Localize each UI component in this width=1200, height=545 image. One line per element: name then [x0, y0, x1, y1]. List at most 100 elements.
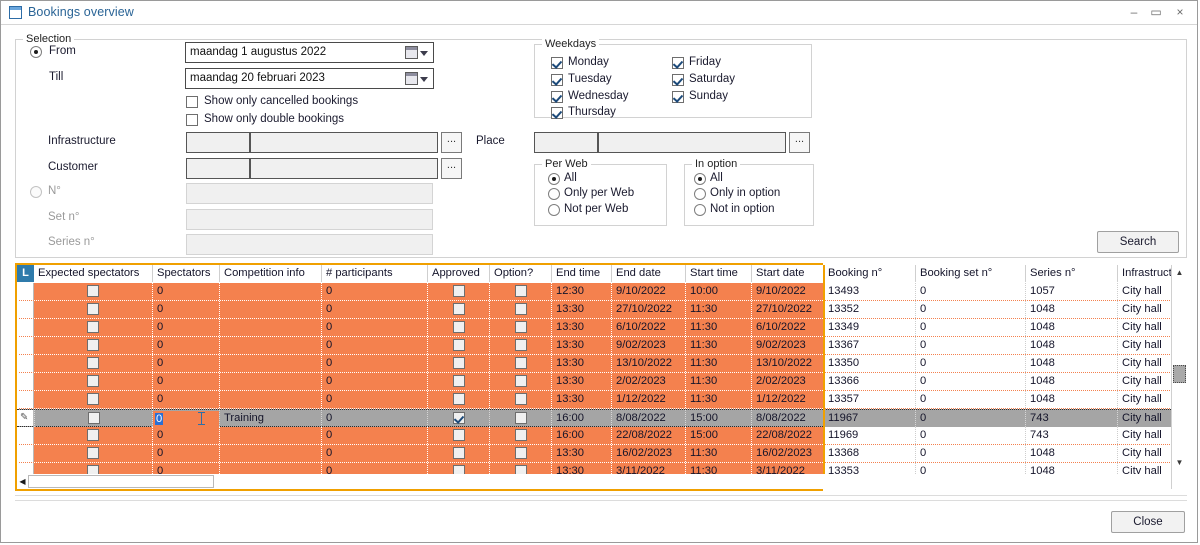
maximize-button[interactable]: ▭ — [1145, 4, 1167, 21]
cell-checkbox-option[interactable] — [514, 285, 527, 297]
grid-header-end-time[interactable]: End time — [551, 265, 611, 282]
place-name-input[interactable] — [598, 132, 786, 153]
cell-participants[interactable]: 0 — [321, 373, 427, 390]
cell-expected-spectators[interactable] — [34, 427, 152, 444]
grid-header-expected-spectators[interactable]: Expected spectators — [34, 265, 152, 282]
cell-start-time[interactable]: 15:00 — [685, 427, 751, 444]
cell-approved[interactable] — [427, 410, 489, 427]
cell-start-time[interactable]: 11:30 — [685, 337, 751, 354]
cell-checkbox-option[interactable] — [514, 375, 527, 387]
cell-series-no[interactable]: 743 — [1025, 427, 1117, 444]
cell-booking-set-no[interactable]: 0 — [915, 337, 1025, 354]
cell-checkbox-expected-spectators[interactable] — [87, 339, 99, 351]
grid-header-approved[interactable]: Approved — [427, 265, 489, 282]
customer-name-input[interactable] — [250, 158, 438, 179]
cell-end-time[interactable]: 13:30 — [551, 373, 611, 390]
grid-corner-label[interactable]: L — [17, 265, 34, 282]
table-row[interactable]: ✎ 0 Training 0 16:00 8/08/2022 15:00 8/08/2022 1… — [17, 409, 1187, 427]
cell-checkbox-option[interactable] — [514, 429, 527, 441]
from-date-input[interactable]: maandag 1 augustus 2022 — [185, 42, 403, 63]
cell-start-date[interactable]: 9/10/2022 — [751, 283, 823, 300]
cell-checkbox-option[interactable] — [514, 412, 527, 424]
grid-header-spectators[interactable]: Spectators — [152, 265, 219, 282]
table-row[interactable]: 0 0 13:30 6/10/2022 11:30 6/10/2022 13349 0 1048… — [17, 319, 1187, 337]
cell-spectators[interactable]: 0 — [152, 427, 219, 444]
cell-booking-set-no[interactable]: 0 — [915, 373, 1025, 390]
per-web-not-radio[interactable] — [548, 204, 560, 216]
cell-option[interactable] — [489, 355, 551, 372]
cell-expected-spectators[interactable] — [34, 301, 152, 318]
cell-booking-set-no[interactable]: 0 — [915, 283, 1025, 300]
cell-editor-spectators[interactable]: 0 — [153, 411, 219, 427]
table-row[interactable]: 0 0 13:30 16/02/2023 11:30 16/02/2023 13368 0 10… — [17, 445, 1187, 463]
customer-code-input[interactable] — [186, 158, 250, 179]
cell-option[interactable] — [489, 283, 551, 300]
grid-header-start-time[interactable]: Start time — [685, 265, 751, 282]
cell-expected-spectators[interactable] — [34, 445, 152, 462]
cell-spectators[interactable]: 0 — [152, 355, 219, 372]
grid-header-option[interactable]: Option? — [489, 265, 551, 282]
weekday-monday-checkbox[interactable] — [551, 57, 563, 69]
scroll-left-arrow-icon[interactable]: ◀ — [17, 474, 28, 489]
cell-competition-info[interactable] — [219, 391, 321, 408]
cell-checkbox-approved[interactable] — [452, 357, 465, 369]
cell-spectators[interactable]: 0 — [152, 445, 219, 462]
cell-start-date[interactable]: 6/10/2022 — [751, 319, 823, 336]
per-web-all-radio[interactable] — [548, 173, 560, 185]
cell-start-time[interactable]: 11:30 — [685, 373, 751, 390]
row-header[interactable] — [17, 283, 34, 300]
cell-checkbox-approved[interactable] — [452, 303, 465, 315]
cell-competition-info[interactable] — [219, 445, 321, 462]
cell-checkbox-expected-spectators[interactable] — [87, 447, 99, 459]
weekday-friday-checkbox[interactable] — [672, 57, 684, 69]
cell-spectators[interactable]: 0 — [152, 283, 219, 300]
minimize-button[interactable]: – — [1123, 4, 1145, 21]
cell-checkbox-expected-spectators[interactable] — [87, 375, 99, 387]
cell-participants[interactable]: 0 — [321, 301, 427, 318]
place-browse-button[interactable]: ... — [789, 132, 810, 153]
infrastructure-name-input[interactable] — [250, 132, 438, 153]
cell-option[interactable] — [489, 410, 551, 427]
infrastructure-browse-button[interactable]: ... — [441, 132, 462, 153]
cell-end-date[interactable]: 8/08/2022 — [611, 410, 685, 427]
cell-checkbox-approved[interactable] — [452, 285, 465, 297]
cell-option[interactable] — [489, 391, 551, 408]
cell-approved[interactable] — [427, 373, 489, 390]
cell-checkbox-option[interactable] — [514, 339, 527, 351]
cell-booking-set-no[interactable]: 0 — [915, 445, 1025, 462]
cell-competition-info[interactable] — [219, 337, 321, 354]
cell-approved[interactable] — [427, 445, 489, 462]
cell-option[interactable] — [489, 373, 551, 390]
cell-booking-set-no[interactable]: 0 — [915, 355, 1025, 372]
cell-booking-set-no[interactable]: 0 — [915, 391, 1025, 408]
cell-checkbox-option[interactable] — [514, 357, 527, 369]
table-row[interactable]: 0 0 13:30 27/10/2022 11:30 27/10/2022 13352 0 10… — [17, 301, 1187, 319]
cell-option[interactable] — [489, 319, 551, 336]
cell-checkbox-expected-spectators[interactable] — [87, 285, 99, 297]
cell-booking-no[interactable]: 13367 — [823, 337, 915, 354]
weekday-sunday-checkbox[interactable] — [672, 91, 684, 103]
cell-start-time[interactable]: 11:30 — [685, 301, 751, 318]
per-web-only-radio[interactable] — [548, 188, 560, 200]
row-header[interactable] — [17, 427, 34, 444]
cell-booking-set-no[interactable]: 0 — [915, 319, 1025, 336]
cell-start-time[interactable]: 15:00 — [685, 410, 751, 427]
cell-competition-info[interactable] — [219, 427, 321, 444]
cell-approved[interactable] — [427, 427, 489, 444]
cell-participants[interactable]: 0 — [321, 410, 427, 427]
cell-series-no[interactable]: 1048 — [1025, 337, 1117, 354]
cell-approved[interactable] — [427, 283, 489, 300]
search-button[interactable]: Search — [1097, 231, 1179, 253]
cell-participants[interactable]: 0 — [321, 337, 427, 354]
till-date-picker-button[interactable] — [402, 68, 434, 89]
cell-start-date[interactable]: 27/10/2022 — [751, 301, 823, 318]
cell-start-date[interactable]: 9/02/2023 — [751, 337, 823, 354]
cell-series-no[interactable]: 1048 — [1025, 301, 1117, 318]
table-row[interactable]: 0 0 16:00 22/08/2022 15:00 22/08/2022 11969 0 74… — [17, 427, 1187, 445]
grid-header-series-no[interactable]: Series n° — [1025, 265, 1117, 282]
cell-spectators[interactable]: 0 — [152, 410, 219, 427]
cell-participants[interactable]: 0 — [321, 445, 427, 462]
row-header[interactable]: ✎ — [17, 410, 34, 426]
row-header[interactable] — [17, 355, 34, 372]
cell-start-time[interactable]: 11:30 — [685, 391, 751, 408]
